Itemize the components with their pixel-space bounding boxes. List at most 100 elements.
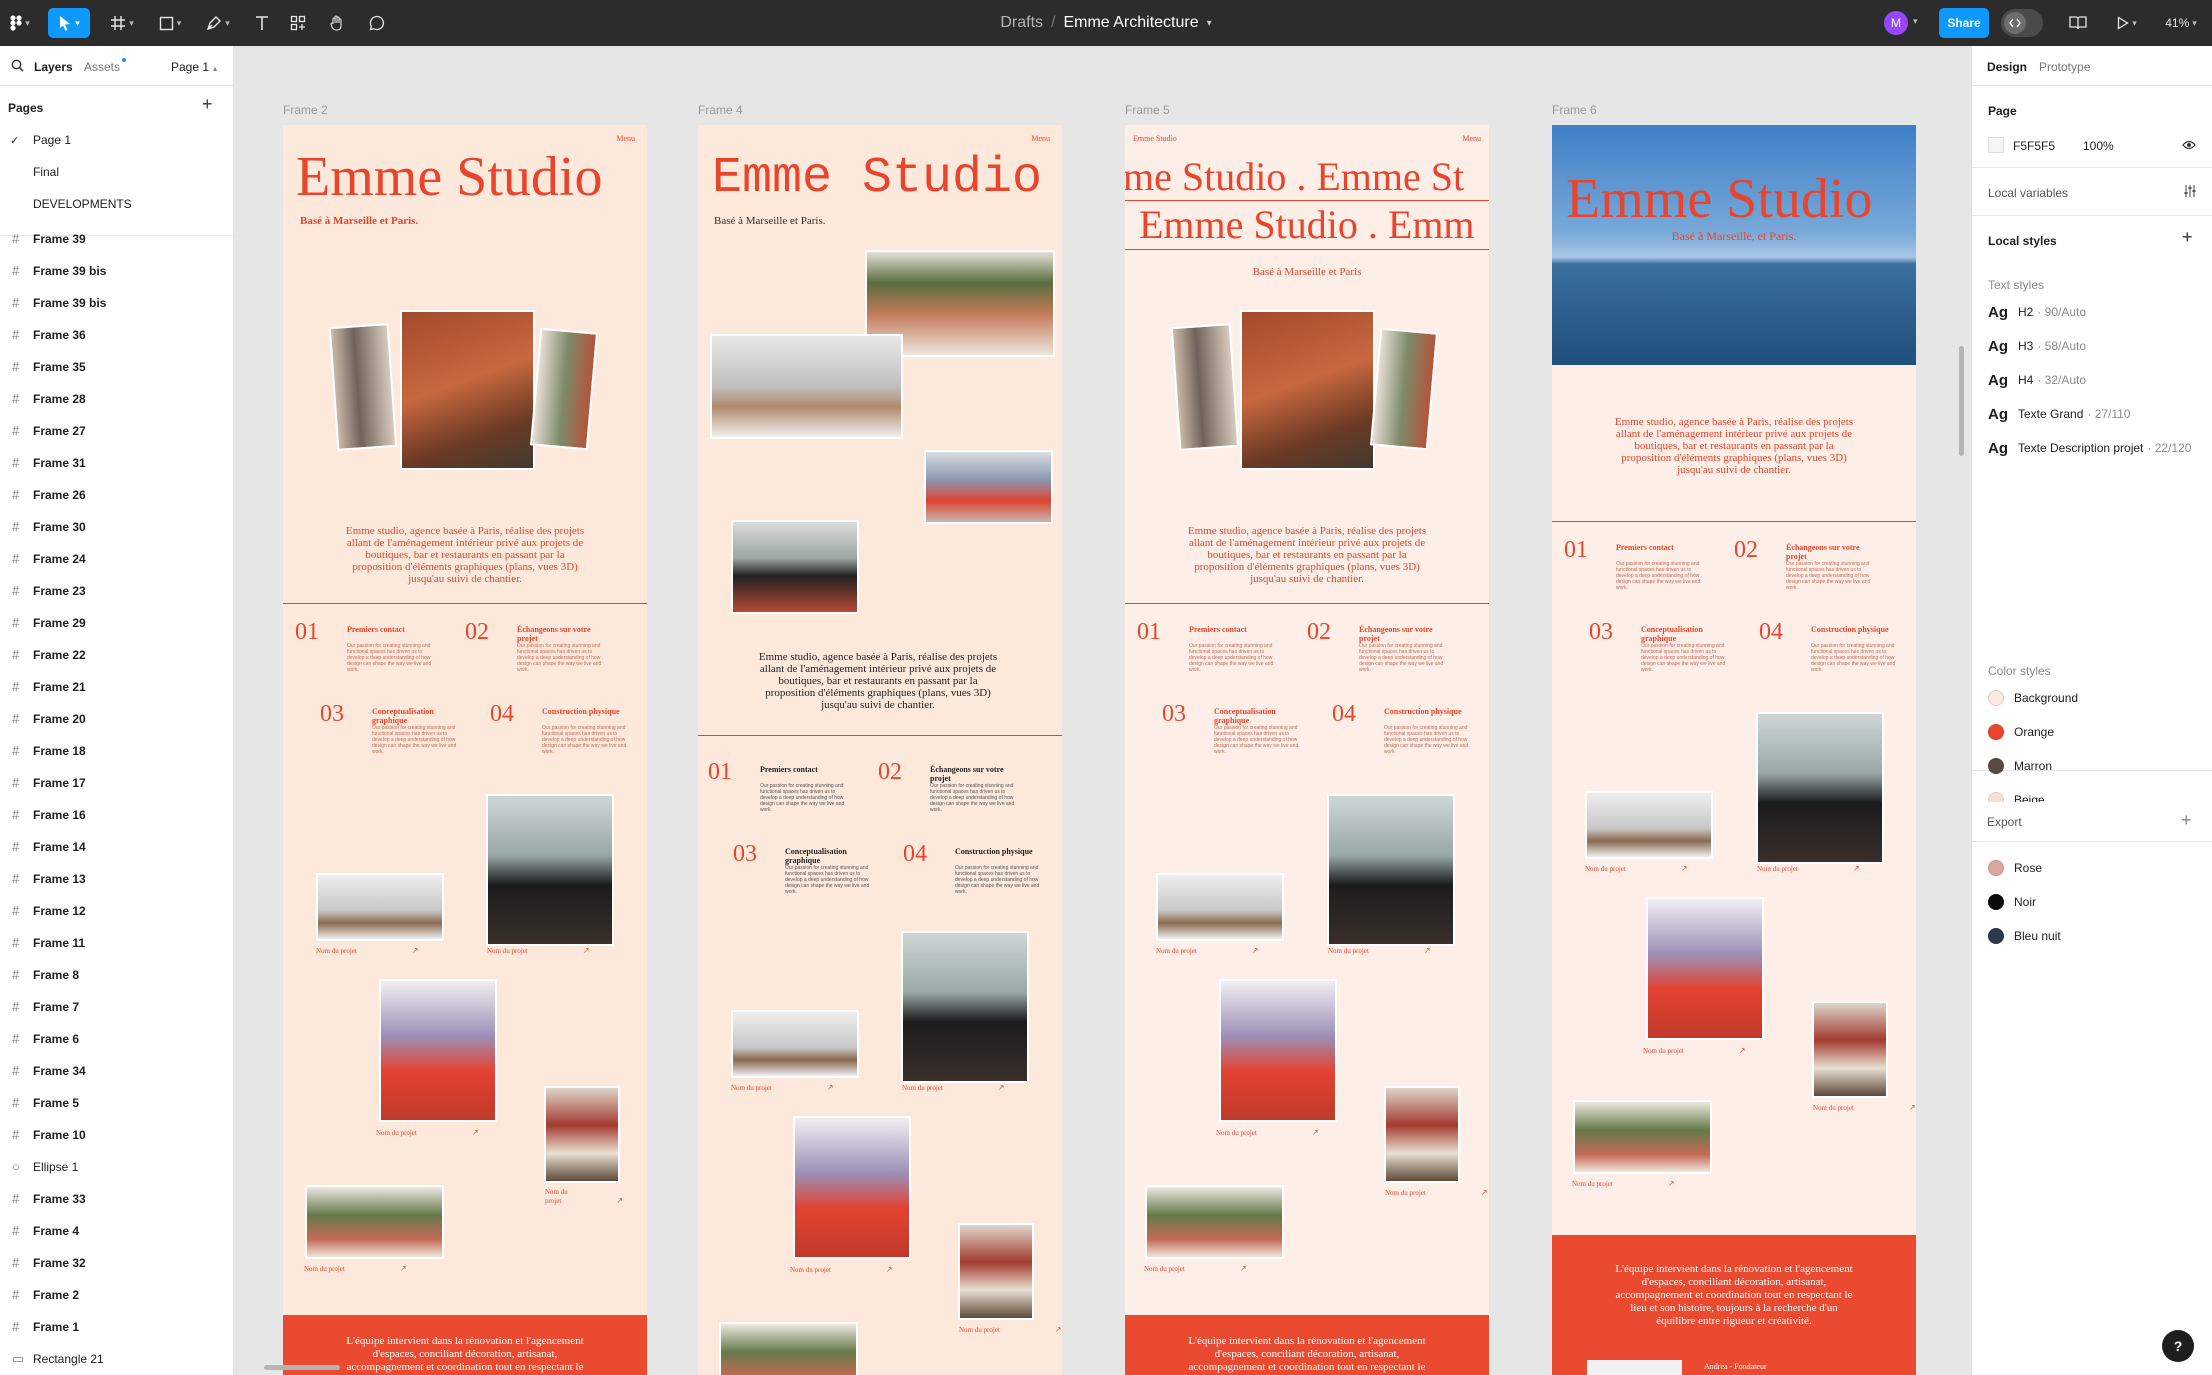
- layer-item[interactable]: # Frame 11: [0, 927, 233, 959]
- layer-item[interactable]: # Frame 30: [0, 511, 233, 543]
- horizontal-scrollbar[interactable]: [264, 1365, 340, 1370]
- dev-mode-toggle[interactable]: [2001, 9, 2043, 37]
- project-photo: [1812, 1001, 1888, 1098]
- eye-icon[interactable]: [2182, 140, 2196, 150]
- frame-2[interactable]: Menu Emme Studio Basé à Marseille et Par…: [283, 125, 647, 1375]
- layer-item[interactable]: # Frame 28: [0, 383, 233, 415]
- layer-item[interactable]: # Frame 36: [0, 319, 233, 351]
- layer-item[interactable]: # Frame 35: [0, 351, 233, 383]
- export-section[interactable]: Export +: [1972, 802, 2212, 842]
- frame-5[interactable]: Emme Studio Menu me Studio . Emme St Emm…: [1125, 125, 1489, 1375]
- page-item-final[interactable]: Final: [0, 156, 233, 188]
- layer-item[interactable]: # Frame 22: [0, 639, 233, 671]
- tab-prototype[interactable]: Prototype: [2039, 60, 2090, 74]
- layer-item[interactable]: # Frame 39: [0, 223, 233, 255]
- layer-item[interactable]: # Frame 8: [0, 959, 233, 991]
- help-button[interactable]: ?: [2162, 1330, 2194, 1362]
- add-export-icon[interactable]: +: [2181, 810, 2192, 831]
- layer-item[interactable]: # Frame 29: [0, 607, 233, 639]
- avatar-chevron-icon[interactable]: ▾: [1913, 16, 1918, 27]
- page-switcher[interactable]: Page 1 ▴: [171, 60, 217, 74]
- sliders-icon[interactable]: [2183, 184, 2197, 198]
- shape-tool-button[interactable]: ▾: [152, 8, 188, 38]
- layer-item[interactable]: # Frame 16: [0, 799, 233, 831]
- tab-design[interactable]: Design: [1987, 60, 2027, 74]
- layer-item[interactable]: # Frame 32: [0, 1247, 233, 1279]
- share-button[interactable]: Share: [1939, 8, 1989, 38]
- tab-layers[interactable]: Layers: [34, 60, 73, 74]
- page-opacity[interactable]: 100%: [2083, 139, 2114, 153]
- comment-tool-button[interactable]: [363, 8, 391, 38]
- layer-item[interactable]: # Frame 27: [0, 415, 233, 447]
- color-style-item[interactable]: Rose: [1972, 851, 2212, 885]
- layer-item[interactable]: # Frame 6: [0, 1023, 233, 1055]
- frame-label[interactable]: Frame 6: [1552, 103, 1597, 117]
- layer-item[interactable]: # Frame 5: [0, 1087, 233, 1119]
- vertical-scrollbar[interactable]: [1959, 346, 1964, 456]
- search-icon[interactable]: [11, 59, 24, 72]
- frame-tool-button[interactable]: ▾: [104, 8, 140, 38]
- main-menu-button[interactable]: ▾: [6, 8, 34, 38]
- layer-item[interactable]: # Frame 14: [0, 831, 233, 863]
- layer-item[interactable]: # Frame 13: [0, 863, 233, 895]
- color-style-item[interactable]: Orange: [1972, 715, 2212, 749]
- layer-item[interactable]: # Frame 33: [0, 1183, 233, 1215]
- layer-item[interactable]: ○ Ellipse 1: [0, 1151, 233, 1183]
- text-style-item[interactable]: Ag Texte Grand · 27/110: [1972, 397, 2212, 431]
- layer-item[interactable]: # Frame 39 bis: [0, 255, 233, 287]
- text-tool-button[interactable]: [248, 8, 276, 38]
- library-button[interactable]: [2064, 8, 2092, 38]
- add-style-icon[interactable]: +: [2182, 227, 2193, 248]
- page-color-swatch[interactable]: [1988, 137, 2004, 153]
- text-style-item[interactable]: Ag H3 · 58/Auto: [1972, 329, 2212, 363]
- color-style-item[interactable]: Noir: [1972, 885, 2212, 919]
- layer-item[interactable]: # Frame 20: [0, 703, 233, 735]
- color-style-item[interactable]: Bleu nuit: [1972, 919, 2212, 953]
- layer-item[interactable]: # Frame 23: [0, 575, 233, 607]
- text-style-item[interactable]: Ag Texte Description projet · 22/120: [1972, 431, 2212, 465]
- present-button[interactable]: ▾: [2110, 8, 2144, 38]
- layer-item[interactable]: # Frame 2: [0, 1279, 233, 1311]
- layer-item[interactable]: # Frame 1: [0, 1311, 233, 1343]
- hand-tool-button[interactable]: [323, 8, 351, 38]
- layer-item[interactable]: # Frame 10: [0, 1119, 233, 1151]
- project-name: Nom du projet ↗: [1385, 1188, 1488, 1197]
- zoom-menu[interactable]: 41% ▾: [2157, 8, 2205, 38]
- page-item-page-1[interactable]: ✓ Page 1: [0, 124, 233, 156]
- page-color-hex[interactable]: F5F5F5: [2013, 139, 2055, 153]
- layer-item[interactable]: # Frame 39 bis: [0, 287, 233, 319]
- local-variables-section[interactable]: Local variables: [1972, 168, 2212, 216]
- frame-6[interactable]: Emme Studio Basé à Marseille, et Paris. …: [1552, 125, 1916, 1375]
- breadcrumb-drafts[interactable]: Drafts: [1000, 14, 1043, 32]
- layer-item[interactable]: # Frame 7: [0, 991, 233, 1023]
- text-style-item[interactable]: Ag H4 · 32/Auto: [1972, 363, 2212, 397]
- move-tool-button[interactable]: ▾: [48, 8, 90, 38]
- tab-assets[interactable]: Assets: [84, 60, 120, 74]
- text-style-item[interactable]: Ag H2 · 90/Auto: [1972, 295, 2212, 329]
- frame-label[interactable]: Frame 5: [1125, 103, 1170, 117]
- frame-label[interactable]: Frame 4: [698, 103, 743, 117]
- color-style-item[interactable]: Marron: [1972, 749, 2212, 783]
- resources-tool-button[interactable]: [284, 8, 312, 38]
- layer-item[interactable]: ▭ Rectangle 21: [0, 1343, 233, 1375]
- layer-item[interactable]: # Frame 21: [0, 671, 233, 703]
- layer-item[interactable]: # Frame 4: [0, 1215, 233, 1247]
- layer-item[interactable]: # Frame 17: [0, 767, 233, 799]
- layer-item[interactable]: # Frame 34: [0, 1055, 233, 1087]
- add-page-icon[interactable]: +: [202, 94, 213, 115]
- frame-label[interactable]: Frame 2: [283, 103, 328, 117]
- color-style-item[interactable]: Background: [1972, 681, 2212, 715]
- layer-item[interactable]: # Frame 18: [0, 735, 233, 767]
- canvas[interactable]: Frame 2 Menu Emme Studio Basé à Marseill…: [234, 46, 1971, 1375]
- arrow-up-right-icon: ↗: [411, 946, 419, 955]
- pen-tool-button[interactable]: ▾: [200, 8, 236, 38]
- layer-item[interactable]: # Frame 24: [0, 543, 233, 575]
- layer-item[interactable]: # Frame 26: [0, 479, 233, 511]
- file-menu-chevron-icon[interactable]: ▾: [1207, 18, 1212, 29]
- page-item-developments[interactable]: DEVELOPMENTS: [0, 188, 233, 220]
- file-name[interactable]: Emme Architecture: [1063, 14, 1198, 32]
- user-avatar[interactable]: M: [1884, 11, 1908, 35]
- layer-item[interactable]: # Frame 12: [0, 895, 233, 927]
- layer-item[interactable]: # Frame 31: [0, 447, 233, 479]
- frame-4[interactable]: Menu Emme Studio Basé à Marseille et Par…: [698, 125, 1062, 1375]
